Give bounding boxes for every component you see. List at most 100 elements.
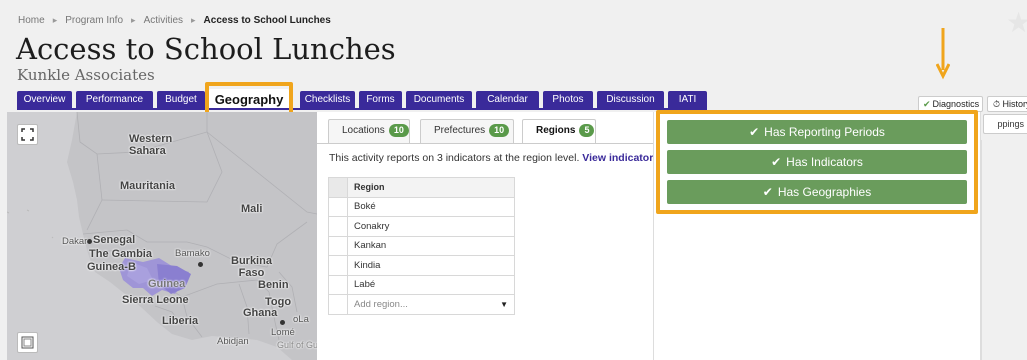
subtab-regions-count: 5 bbox=[579, 124, 595, 137]
diagnostics-label: Diagnostics bbox=[932, 99, 980, 109]
tab-forms[interactable]: Forms bbox=[359, 91, 402, 108]
subtab-prefectures[interactable]: Prefectures 10 bbox=[420, 119, 514, 143]
tab-documents[interactable]: Documents bbox=[406, 91, 472, 108]
add-region-row[interactable]: Add region... ▼ bbox=[328, 294, 515, 315]
region-cell[interactable]: Kankan bbox=[347, 235, 515, 256]
subtab-regions-label: Regions bbox=[536, 125, 576, 136]
table-row[interactable]: Conakry bbox=[328, 216, 515, 237]
map-city-dakar-dot bbox=[87, 239, 92, 244]
table-row[interactable]: Kindia bbox=[328, 255, 515, 276]
subtab-prefectures-count: 10 bbox=[489, 124, 510, 137]
map-label-la: oLa bbox=[293, 314, 309, 325]
map-label-bamako: Bamako bbox=[175, 248, 210, 259]
check-icon: ✔ bbox=[771, 155, 782, 169]
table-row[interactable]: Labé bbox=[328, 274, 515, 295]
diagnostic-geographies[interactable]: ✔ Has Geographies bbox=[667, 180, 967, 204]
region-map[interactable]: Western Sahara Mauritania Mali Dakar Sen… bbox=[7, 112, 317, 360]
check-icon: ✔ bbox=[762, 185, 773, 199]
tab-photos[interactable]: Photos bbox=[543, 91, 593, 108]
view-indicators-link[interactable]: View indicators bbox=[582, 152, 659, 164]
tab-checklists[interactable]: Checklists bbox=[300, 91, 355, 108]
map-label-guinea: Guinea bbox=[148, 278, 186, 290]
subtab-locations[interactable]: Locations 10 bbox=[328, 119, 410, 143]
map-label-mali: Mali bbox=[241, 203, 263, 215]
tabs-underline bbox=[17, 108, 707, 110]
tab-calendar[interactable]: Calendar bbox=[476, 91, 539, 108]
region-cell[interactable]: Labé bbox=[347, 274, 515, 295]
region-table: Region Boké Conakry Kankan Kindia Labé A… bbox=[328, 177, 515, 315]
region-cell[interactable]: Conakry bbox=[347, 216, 515, 237]
add-region-placeholder: Add region... bbox=[354, 298, 408, 310]
subtab-prefectures-label: Prefectures bbox=[434, 125, 486, 136]
diagnostics-dropdown: ✔ Has Reporting Periods ✔ Has Indicators ✔… bbox=[656, 110, 978, 214]
map-layer-button[interactable] bbox=[17, 332, 38, 353]
breadcrumb-program-info[interactable]: Program Info bbox=[65, 15, 123, 26]
map-label-guinea-bissau: Guinea-B bbox=[87, 261, 136, 273]
map-label-ghana: Ghana bbox=[243, 307, 278, 319]
diagnostic-indicators[interactable]: ✔ Has Indicators bbox=[667, 150, 967, 174]
subtab-locations-label: Locations bbox=[342, 125, 385, 136]
diagnostic-label: Has Reporting Periods bbox=[764, 125, 885, 139]
map-label-western-sahara: Western Sahara bbox=[129, 133, 173, 157]
breadcrumb-separator-icon: ▸ bbox=[131, 15, 136, 25]
favorite-star-icon[interactable]: ★ bbox=[1006, 6, 1027, 39]
table-header-region: Region bbox=[347, 177, 515, 198]
table-row[interactable]: Boké bbox=[328, 196, 515, 217]
tab-discussion[interactable]: Discussion bbox=[597, 91, 664, 108]
diagnostic-label: Has Indicators bbox=[786, 155, 863, 169]
map-city-lome-dot bbox=[280, 320, 285, 325]
map-city-bamako-dot bbox=[198, 262, 203, 267]
page-title: Access to School Lunches bbox=[16, 32, 396, 66]
map-label-lome: Lomé bbox=[271, 327, 295, 338]
map-label-liberia: Liberia bbox=[162, 315, 199, 327]
row-handle bbox=[328, 294, 348, 315]
diagnostic-label: Has Geographies bbox=[777, 185, 872, 199]
geography-panel: Locations 10 Prefectures 10 Regions 5 This … bbox=[317, 112, 659, 360]
row-handle[interactable] bbox=[328, 196, 348, 217]
page-subtitle: Kunkle Associates bbox=[17, 66, 155, 84]
map-label-burkina: Burkina Faso bbox=[231, 255, 272, 279]
table-row[interactable]: Kankan bbox=[328, 235, 515, 256]
table-header-row: Region bbox=[328, 177, 515, 198]
map-label-gulf: Gulf of Gu bbox=[277, 340, 317, 350]
tab-overview[interactable]: Overview bbox=[17, 91, 72, 108]
right-side-strip bbox=[981, 140, 1027, 360]
subtabs-divider bbox=[317, 143, 653, 144]
map-label-gambia: The Gambia bbox=[89, 248, 152, 260]
row-handle[interactable] bbox=[328, 274, 348, 295]
region-cell[interactable]: Kindia bbox=[347, 255, 515, 276]
breadcrumb-home[interactable]: Home bbox=[18, 15, 45, 26]
row-handle[interactable] bbox=[328, 216, 348, 237]
history-button[interactable]: ⏱ History bbox=[987, 96, 1027, 112]
history-icon: ⏱ bbox=[993, 99, 1001, 109]
add-region-select[interactable]: Add region... ▼ bbox=[347, 294, 515, 315]
tab-performance[interactable]: Performance bbox=[76, 91, 153, 108]
region-cell[interactable]: Boké bbox=[347, 196, 515, 217]
report-text: This activity reports on 3 indicators at… bbox=[329, 152, 580, 164]
fullscreen-icon bbox=[21, 128, 34, 141]
tab-budget[interactable]: Budget bbox=[157, 91, 205, 108]
fullscreen-button[interactable] bbox=[17, 124, 38, 145]
map-label-abidjan: Abidjan bbox=[217, 336, 249, 347]
table-corner-cell bbox=[328, 177, 348, 198]
layers-icon bbox=[21, 336, 34, 349]
subtab-regions[interactable]: Regions 5 bbox=[522, 119, 596, 144]
history-label: History bbox=[1002, 99, 1027, 109]
diagnostic-reporting-periods[interactable]: ✔ Has Reporting Periods bbox=[667, 120, 967, 144]
check-icon: ✔ bbox=[923, 99, 931, 109]
check-icon: ✔ bbox=[749, 125, 760, 139]
tab-geography[interactable]: Geography bbox=[209, 89, 289, 110]
report-summary: This activity reports on 3 indicators at… bbox=[329, 152, 659, 164]
breadcrumb-current: Access to School Lunches bbox=[203, 15, 331, 26]
dropdown-caret-icon: ▼ bbox=[500, 299, 508, 309]
map-label-dakar: Dakar bbox=[62, 236, 88, 247]
row-handle[interactable] bbox=[328, 255, 348, 276]
mappings-button[interactable]: ppings bbox=[983, 114, 1027, 134]
map-label-benin: Benin bbox=[258, 279, 289, 291]
map-label-sierra-leone: Sierra Leone bbox=[122, 294, 189, 306]
row-handle[interactable] bbox=[328, 235, 348, 256]
breadcrumb: Home ▸ Program Info ▸ Activities ▸ Acces… bbox=[18, 15, 331, 26]
breadcrumb-separator-icon: ▸ bbox=[52, 15, 58, 25]
tab-iati[interactable]: IATI bbox=[668, 91, 707, 108]
breadcrumb-activities[interactable]: Activities bbox=[144, 15, 183, 26]
